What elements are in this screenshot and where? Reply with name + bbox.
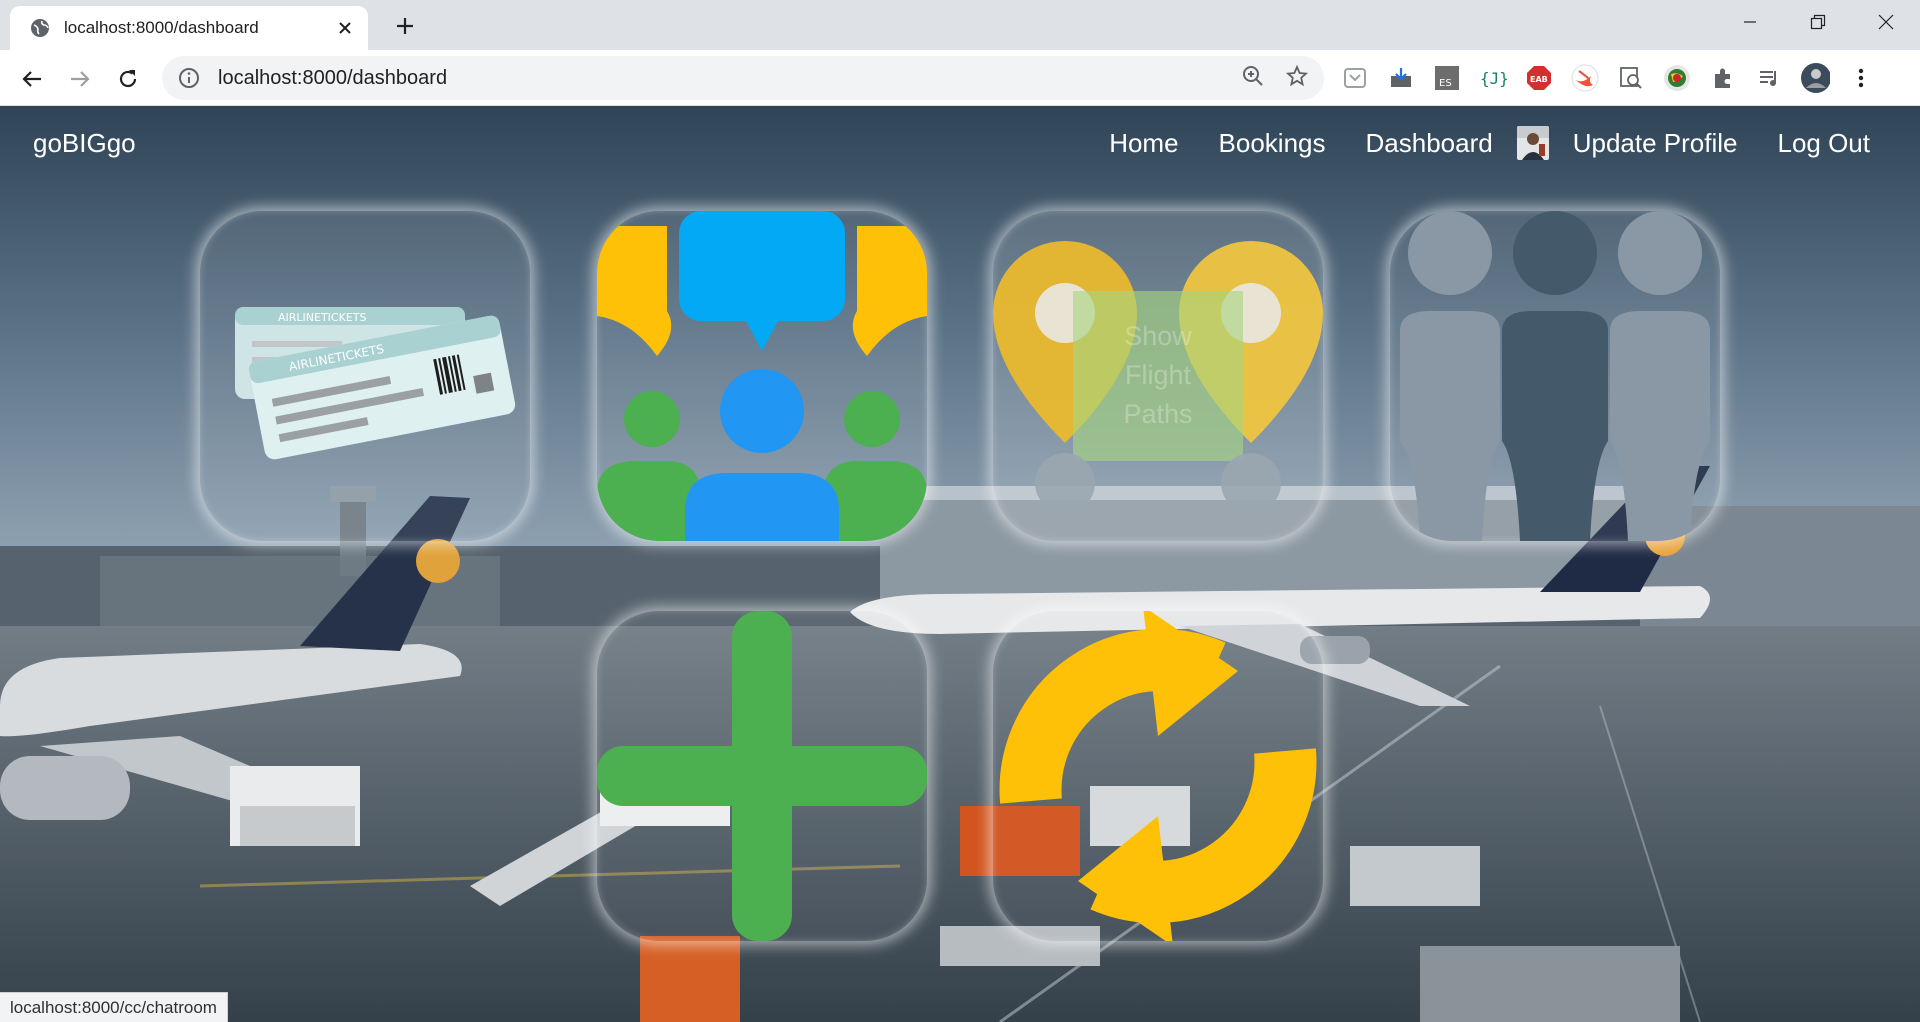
svg-text:{J}: {J} [1480, 69, 1507, 88]
ticket-label-back: AIRLINETICKETS [278, 311, 366, 324]
bookings-card[interactable]: AIRLINETICKETS AIRLINETICKETS [200, 211, 530, 541]
add-card[interactable] [597, 611, 927, 941]
puzzle-icon[interactable] [1708, 63, 1738, 93]
tab-strip: localhost:8000/dashboard [0, 0, 1920, 50]
nav-link-update-profile[interactable]: Update Profile [1573, 128, 1738, 159]
user-avatar[interactable] [1516, 126, 1549, 160]
reload-button[interactable] [113, 64, 143, 94]
url-text: localhost:8000/dashboard [218, 66, 448, 89]
community-chat-icon [597, 211, 927, 541]
profile-avatar[interactable] [1800, 63, 1830, 93]
back-button[interactable] [17, 64, 47, 94]
globe-ext-icon[interactable] [1662, 63, 1692, 93]
tab-title: localhost:8000/dashboard [64, 18, 259, 37]
dashboard-page: goBIGgo Home Bookings Dashboard Update P… [0, 106, 1920, 1022]
site-navbar: goBIGgo Home Bookings Dashboard Update P… [0, 106, 1920, 182]
pocket-icon[interactable] [1340, 63, 1370, 93]
nav-link-home[interactable]: Home [1109, 128, 1178, 159]
nav-link-logout[interactable]: Log Out [1777, 128, 1870, 159]
chatroom-card[interactable] [597, 211, 927, 541]
svg-text:ES: ES [1439, 78, 1452, 89]
browser-tab[interactable]: localhost:8000/dashboard [10, 6, 368, 50]
show-flight-paths-label: Show Flight Paths [1123, 321, 1193, 429]
brand-logo-text[interactable]: goBIGgo [33, 128, 136, 159]
new-tab-button[interactable] [390, 11, 420, 41]
airline-tickets-icon: AIRLINETICKETS AIRLINETICKETS [235, 307, 516, 460]
window-controls [1716, 0, 1920, 44]
menu-dots-icon[interactable] [1846, 63, 1876, 93]
swift-icon[interactable] [1570, 63, 1600, 93]
nav-link-bookings[interactable]: Bookings [1219, 128, 1326, 159]
extensions-row: ES {J} EAB [1340, 62, 1876, 94]
forward-button[interactable] [65, 64, 95, 94]
refresh-arrows-icon [999, 611, 1317, 941]
es-icon[interactable]: ES [1432, 63, 1462, 93]
nav-link-dashboard[interactable]: Dashboard [1366, 128, 1493, 159]
address-bar[interactable]: localhost:8000/dashboard [162, 56, 1324, 100]
people-group-icon [1400, 211, 1710, 541]
save-icon[interactable] [1386, 63, 1416, 93]
link-status-bar: localhost:8000/cc/chatroom [0, 992, 228, 1022]
eab-icon[interactable]: EAB [1524, 63, 1554, 93]
search-page-icon[interactable] [1616, 63, 1646, 93]
minimize-button[interactable] [1716, 0, 1784, 44]
close-window-button[interactable] [1852, 0, 1920, 44]
json-icon[interactable]: {J} [1478, 63, 1508, 93]
restore-button[interactable] [1784, 0, 1852, 44]
globe-icon [30, 18, 50, 38]
group-card[interactable] [1390, 211, 1720, 541]
close-tab-icon[interactable] [334, 17, 356, 39]
flight-paths-card[interactable]: Show Flight Paths [993, 211, 1323, 541]
bookmark-star-icon[interactable] [1285, 64, 1309, 92]
nav-links: Home Bookings Dashboard Update Profile L… [1069, 126, 1870, 160]
site-info-icon[interactable] [178, 67, 200, 89]
update-card[interactable] [993, 611, 1323, 941]
plus-icon [597, 611, 927, 941]
svg-text:EAB: EAB [1530, 75, 1548, 84]
media-icon[interactable] [1754, 63, 1784, 93]
browser-toolbar: localhost:8000/dashboard ES {J} EAB [0, 50, 1920, 106]
zoom-icon[interactable] [1242, 65, 1264, 92]
